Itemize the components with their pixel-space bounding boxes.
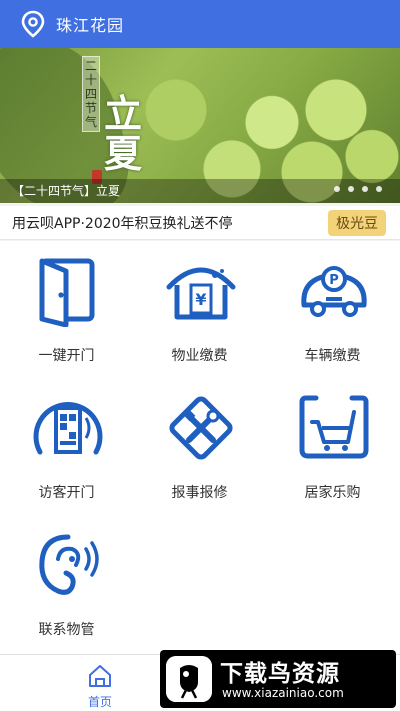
watermark: 下载鸟资源 www.xiazainiao.com [160, 650, 396, 708]
service-label: 一键开门 [38, 348, 95, 364]
shopping-cart-icon [299, 395, 369, 459]
repair-tools-icon [169, 396, 233, 460]
location-pin-icon[interactable] [20, 9, 46, 39]
promo-notice-bar[interactable]: 用云呗APP·2020年积豆换礼送不停 极光豆 [0, 206, 400, 240]
service-label: 联系物管 [38, 622, 95, 638]
banner-title: 立夏 [104, 92, 143, 176]
house-payment-icon: ¥ [166, 267, 236, 320]
notice-text[interactable]: 用云呗APP·2020年积豆换礼送不停 [12, 213, 233, 233]
carousel-dot[interactable] [362, 186, 368, 192]
svg-text:P: P [329, 273, 339, 288]
home-icon [89, 665, 111, 687]
service-home-shopping[interactable]: 居家乐购 [266, 378, 399, 515]
carousel-indicator[interactable] [334, 186, 382, 192]
watermark-title: 下载鸟资源 [220, 661, 340, 687]
service-one-key-door[interactable]: 一键开门 [0, 241, 133, 378]
banner-carousel[interactable]: 二十四节气 立夏 【二十四节气】立夏 [0, 48, 400, 203]
bird-logo-icon [166, 656, 212, 702]
watermark-url: www.xiazainiao.com [222, 686, 344, 700]
service-label: 访客开门 [38, 485, 95, 501]
service-label: 车辆缴费 [304, 348, 361, 364]
svg-text:¥: ¥ [195, 290, 206, 309]
service-property-fee[interactable]: ¥ 物业缴费 [133, 241, 266, 378]
carousel-dot[interactable] [376, 186, 382, 192]
service-label: 物业缴费 [171, 348, 228, 364]
service-vehicle-fee[interactable]: P 车辆缴费 [266, 241, 399, 378]
service-grid: 一键开门 ¥ 物业缴费 P 车辆缴费 访客开门 报事报修 居家乐购 联系物管 [0, 241, 400, 654]
service-label: 居家乐购 [304, 485, 361, 501]
banner-vertical-text: 二十四节气 [82, 56, 100, 132]
service-repair-report[interactable]: 报事报修 [133, 378, 266, 515]
service-label: 报事报修 [171, 485, 228, 501]
car-parking-icon: P [301, 266, 367, 317]
carousel-dot[interactable] [348, 186, 354, 192]
tab-home-label: 首页 [87, 695, 112, 709]
app-header: 珠江花园 [0, 0, 400, 48]
door-open-icon [39, 258, 95, 327]
points-badge-button[interactable]: 极光豆 [328, 209, 386, 236]
service-contact-management[interactable]: 联系物管 [0, 515, 133, 652]
service-visitor-door[interactable]: 访客开门 [0, 378, 133, 515]
community-title[interactable]: 珠江花园 [56, 12, 124, 36]
visitor-qr-door-icon [33, 402, 103, 455]
contact-ear-icon [39, 534, 99, 595]
tab-home[interactable]: 首页 [70, 661, 130, 709]
carousel-dot[interactable] [334, 186, 340, 192]
